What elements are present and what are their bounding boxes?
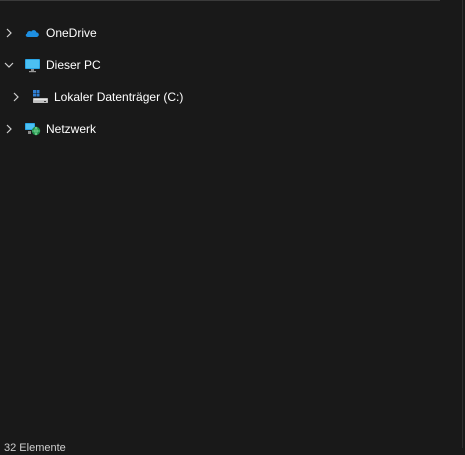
onedrive-cloud-icon xyxy=(24,25,40,41)
chevron-right-icon[interactable] xyxy=(10,91,22,103)
network-icon xyxy=(24,121,41,137)
chevron-right-icon[interactable] xyxy=(3,27,15,39)
nav-item-local-disk-c[interactable]: Lokaler Datenträger (C:) xyxy=(0,81,440,113)
status-bar-item-count: 32 Elemente xyxy=(4,442,66,454)
nav-item-label: Netzwerk xyxy=(46,122,97,136)
nav-item-label: OneDrive xyxy=(46,26,97,40)
monitor-icon xyxy=(24,57,40,73)
chevron-right-icon[interactable] xyxy=(3,123,15,135)
drive-icon xyxy=(32,89,48,105)
pane-splitter[interactable] xyxy=(462,0,463,448)
nav-item-netzwerk[interactable]: Netzwerk xyxy=(0,113,440,145)
nav-tree: OneDrive Dieser PC Lokaler Datenträger (… xyxy=(0,17,440,145)
nav-item-onedrive[interactable]: OneDrive xyxy=(0,17,440,49)
nav-item-dieser-pc[interactable]: Dieser PC xyxy=(0,49,440,81)
chevron-down-icon[interactable] xyxy=(3,59,15,71)
nav-item-label: Dieser PC xyxy=(46,58,101,72)
top-divider xyxy=(0,0,440,1)
navigation-pane: OneDrive Dieser PC Lokaler Datenträger (… xyxy=(0,0,465,454)
nav-item-label: Lokaler Datenträger (C:) xyxy=(54,90,184,104)
